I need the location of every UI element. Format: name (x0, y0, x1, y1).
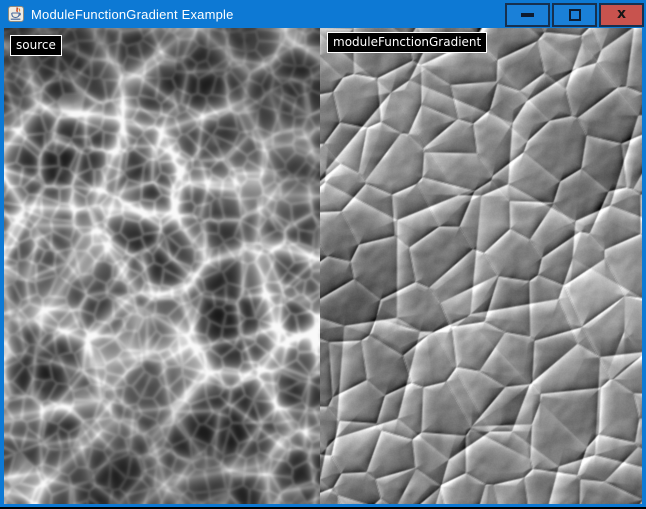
content-area: source moduleFunctionGradient (0, 28, 646, 504)
window-bottom-border (0, 504, 646, 509)
app-window: ModuleFunctionGradient Example x source … (0, 0, 646, 509)
source-panel: source (4, 28, 320, 504)
gradient-texture-canvas (320, 28, 642, 504)
gradient-label: moduleFunctionGradient (327, 32, 487, 53)
maximize-button[interactable] (552, 3, 597, 27)
maximize-icon (569, 9, 581, 21)
close-icon: x (617, 7, 626, 21)
java-coffee-cup-icon (8, 6, 24, 22)
source-texture-canvas (4, 28, 320, 504)
window-controls: x (505, 1, 646, 27)
gradient-panel: moduleFunctionGradient (320, 28, 642, 504)
minimize-icon (521, 13, 534, 17)
source-label: source (10, 35, 62, 56)
window-title: ModuleFunctionGradient Example (31, 7, 234, 22)
close-button[interactable]: x (599, 3, 644, 27)
titlebar[interactable]: ModuleFunctionGradient Example x (0, 0, 646, 28)
minimize-button[interactable] (505, 3, 550, 27)
